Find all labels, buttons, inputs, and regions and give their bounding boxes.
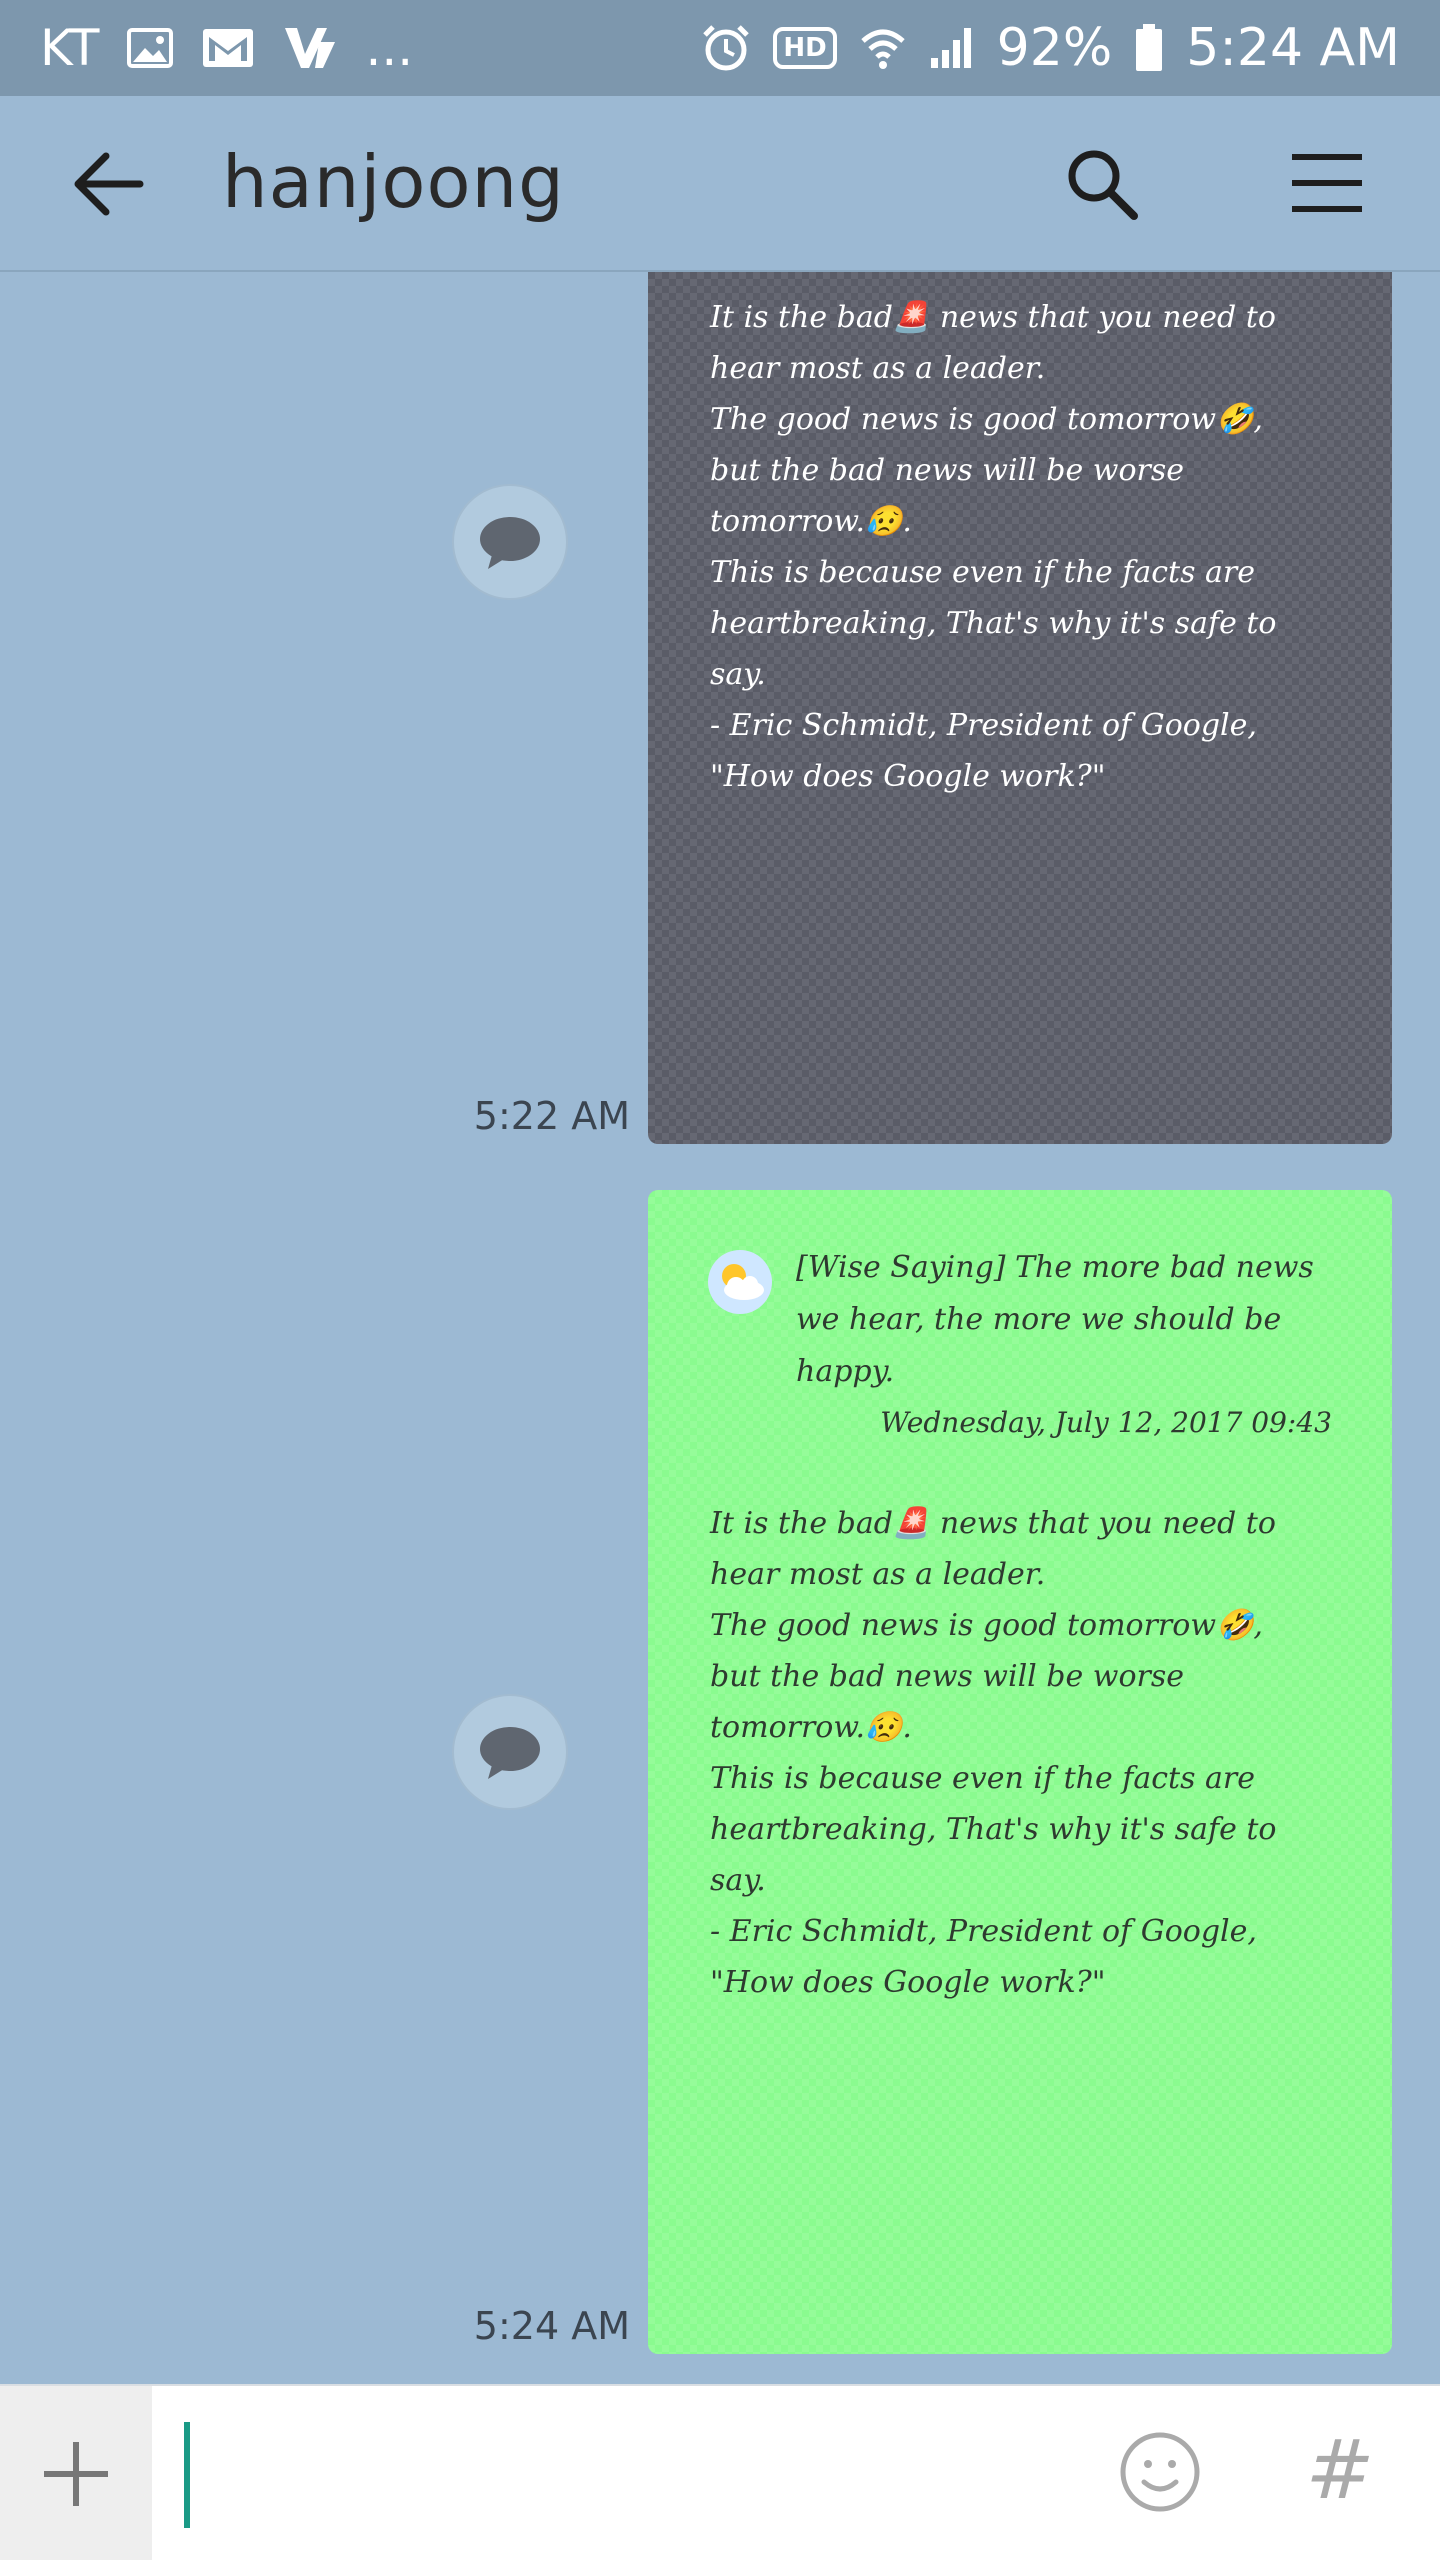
menu-icon bbox=[1292, 154, 1362, 212]
message-text: It is the bad🚨 news that you need to hea… bbox=[710, 1506, 1277, 2000]
hashtag-button[interactable]: # bbox=[1300, 2416, 1380, 2526]
share-bubble-icon bbox=[480, 517, 540, 569]
news-title[interactable]: [Wise Saying] The more bad news we hear,… bbox=[796, 1242, 1356, 1398]
attach-button[interactable] bbox=[0, 2386, 152, 2560]
message-time-2: 5:24 AM bbox=[473, 2304, 630, 2348]
menu-button[interactable] bbox=[1290, 150, 1364, 216]
status-bar: KT ... HD 92% 5:24 AM bbox=[0, 0, 1440, 96]
back-arrow-icon bbox=[74, 152, 144, 216]
search-icon bbox=[1068, 150, 1138, 220]
share-bubble-icon bbox=[480, 1727, 540, 1779]
share-button-1[interactable] bbox=[452, 484, 568, 600]
more-notifications: ... bbox=[365, 19, 414, 77]
news-date: Wednesday, July 12, 2017 09:43 bbox=[880, 1406, 1332, 1439]
status-bar-right: HD 92% 5:24 AM bbox=[701, 0, 1400, 96]
clock: 5:24 AM bbox=[1186, 18, 1400, 78]
battery-icon bbox=[1134, 23, 1164, 73]
search-button[interactable] bbox=[1064, 146, 1140, 222]
input-bar: # bbox=[0, 2384, 1440, 2560]
text-caret bbox=[184, 2422, 190, 2528]
back-button[interactable] bbox=[70, 144, 150, 224]
gmail-icon bbox=[201, 27, 255, 69]
weather-icon bbox=[708, 1250, 772, 1314]
hd-badge: HD bbox=[773, 27, 837, 69]
chat-title: hanjoong bbox=[222, 140, 565, 224]
message-time-1: 5:22 AM bbox=[473, 1094, 630, 1138]
image-icon bbox=[127, 28, 174, 68]
emoji-icon bbox=[1120, 2432, 1200, 2512]
emoji-button[interactable] bbox=[1118, 2430, 1202, 2514]
v-app-icon bbox=[283, 24, 337, 72]
plus-icon bbox=[44, 2442, 108, 2506]
alarm-icon bbox=[701, 23, 751, 73]
status-bar-left: KT ... bbox=[40, 0, 413, 96]
share-button-2[interactable] bbox=[452, 1694, 568, 1810]
message-bubble-1[interactable]: It is the bad🚨 news that you need to hea… bbox=[648, 272, 1392, 1144]
message-input[interactable] bbox=[152, 2386, 1092, 2560]
battery-percent: 92% bbox=[996, 18, 1113, 78]
message-bubble-2[interactable]: [Wise Saying] The more bad news we hear,… bbox=[648, 1190, 1392, 2354]
wifi-icon bbox=[859, 25, 907, 71]
carrier-label: KT bbox=[40, 19, 100, 77]
app-bar: hanjoong bbox=[0, 96, 1440, 272]
message-text: It is the bad🚨 news that you need to hea… bbox=[710, 300, 1277, 794]
signal-icon bbox=[929, 26, 975, 70]
